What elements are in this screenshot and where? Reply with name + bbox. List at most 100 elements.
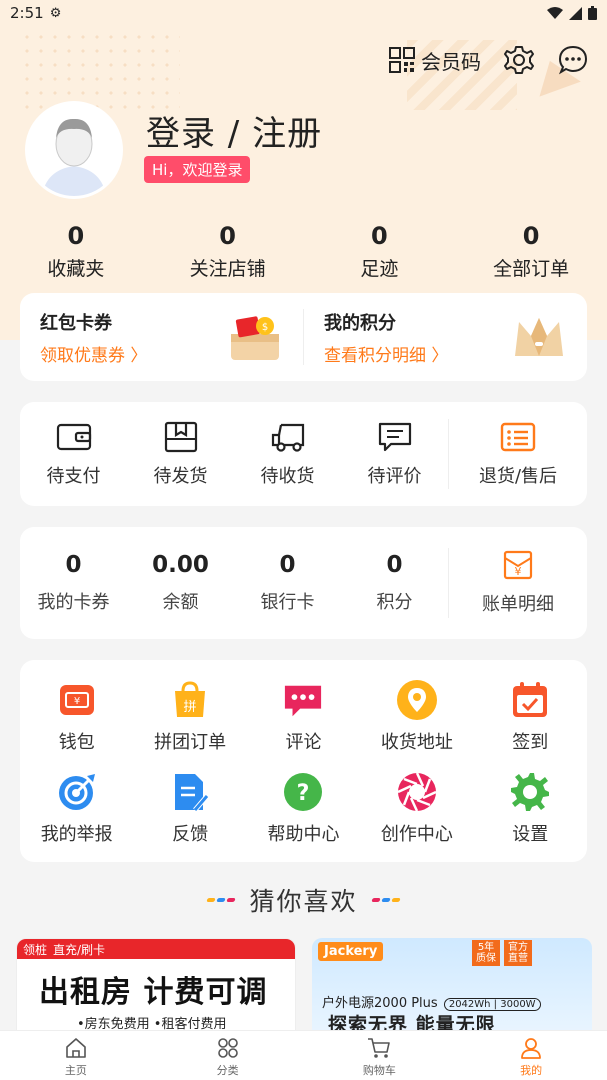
coupons-card: 红包卡券 领取优惠券 〉 $ 我的积分 查看积分明细 〉 bbox=[20, 293, 587, 381]
stat-favorites[interactable]: 0 收藏夹 bbox=[0, 222, 152, 281]
order-pending-payment[interactable]: 待支付 bbox=[20, 420, 127, 488]
stat-label: 关注店铺 bbox=[189, 258, 266, 280]
member-code-button[interactable]: 会员码 bbox=[389, 46, 481, 75]
tool-feedback[interactable]: 反馈 bbox=[133, 772, 246, 846]
stat-footprints[interactable]: 0 足迹 bbox=[304, 222, 456, 281]
tool-label: 评论 bbox=[285, 732, 322, 753]
svg-text:¥: ¥ bbox=[74, 696, 80, 707]
order-label: 待收货 bbox=[260, 466, 315, 487]
chat-bubble-icon bbox=[558, 45, 588, 75]
stat-label: 足迹 bbox=[360, 258, 399, 280]
decoration-left-icon bbox=[206, 898, 237, 902]
product-tag: 直充/刷卡 bbox=[53, 942, 106, 957]
wallet-points[interactable]: 0 积分 bbox=[341, 552, 448, 614]
points-link[interactable]: 查看积分明细 〉 bbox=[324, 341, 448, 366]
nav-label: 分类 bbox=[216, 1064, 239, 1077]
coupon-link[interactable]: 领取优惠券 〉 bbox=[40, 341, 147, 366]
bottom-navigation: 主页 分类 购物车 我的 bbox=[0, 1030, 607, 1080]
order-pending-review[interactable]: 待评价 bbox=[341, 420, 448, 488]
stat-value: 0 bbox=[522, 222, 540, 250]
wallet-icon bbox=[56, 423, 91, 451]
guess-you-like-title: 猜你喜欢 bbox=[249, 887, 358, 916]
order-returns-aftersales[interactable]: 退货/售后 bbox=[449, 420, 587, 488]
comment-icon bbox=[285, 685, 322, 717]
bill-detail-label: 账单明细 bbox=[482, 594, 554, 615]
nav-home[interactable]: 主页 bbox=[0, 1031, 152, 1080]
help-icon: ? bbox=[284, 773, 323, 811]
red-packet-coupons[interactable]: 红包卡券 领取优惠券 〉 $ bbox=[20, 293, 303, 381]
bill-detail-button[interactable]: ¥ 账单明细 bbox=[449, 550, 587, 616]
comment-icon bbox=[378, 422, 411, 452]
red-packet-icon: $ bbox=[231, 316, 279, 360]
crown-icon bbox=[515, 318, 563, 356]
product-headline: 出租房 计费可调 bbox=[39, 975, 268, 1010]
stats-row: 0 收藏夹 0 关注店铺 0 足迹 0 全部订单 bbox=[0, 222, 607, 281]
product-card[interactable]: Jackery 5年 质保 官方 直营 户外电源2000 Plus 2042Wh… bbox=[312, 938, 592, 1034]
wallet-value: 0.00 bbox=[152, 552, 209, 578]
wifi-icon bbox=[547, 6, 563, 19]
member-code-label: 会员码 bbox=[421, 49, 481, 74]
wallet-my-coupons[interactable]: 0 我的卡券 bbox=[20, 552, 127, 614]
stat-value: 0 bbox=[219, 222, 236, 250]
tool-address[interactable]: 收货地址 bbox=[360, 680, 473, 754]
qr-code-icon bbox=[389, 47, 415, 73]
category-icon bbox=[217, 1038, 238, 1058]
tool-label: 签到 bbox=[512, 732, 549, 753]
stat-label: 收藏夹 bbox=[47, 258, 105, 280]
orders-card: 待支付 待发货 待收货 待评价 退货/售后 bbox=[20, 402, 587, 506]
wallet-bank-cards[interactable]: 0 银行卡 bbox=[234, 552, 341, 614]
product-card[interactable]: 领桩 直充/刷卡 出租房 计费可调 •房东免费用 •租客付费用 bbox=[16, 938, 296, 1034]
wallet-balance[interactable]: 0.00 余额 bbox=[127, 552, 234, 614]
product-model-name: 户外电源2000 Plus bbox=[322, 996, 438, 1011]
stat-label: 全部订单 bbox=[493, 258, 570, 280]
stat-followed-stores[interactable]: 0 关注店铺 bbox=[152, 222, 304, 281]
tool-label: 反馈 bbox=[172, 824, 209, 845]
tools-card: ¥ 钱包 拼 拼团订单 评论 收货地址 签到 我的举报 反馈 ? 帮助中心 创作… bbox=[20, 660, 587, 862]
svg-text:$: $ bbox=[262, 322, 268, 333]
wallet-label: 余额 bbox=[162, 592, 199, 613]
tool-wallet[interactable]: ¥ 钱包 bbox=[20, 680, 133, 754]
stat-value: 0 bbox=[67, 222, 85, 250]
tool-my-reports[interactable]: 我的举报 bbox=[20, 772, 133, 846]
my-points[interactable]: 我的积分 查看积分明细 〉 bbox=[304, 293, 587, 381]
order-pending-shipment[interactable]: 待发货 bbox=[127, 420, 234, 488]
coupon-title: 红包卡券 bbox=[40, 312, 112, 334]
status-time: 2:51 bbox=[10, 4, 44, 22]
avatar[interactable] bbox=[28, 104, 120, 196]
battery-icon bbox=[588, 6, 597, 20]
aperture-icon bbox=[397, 772, 437, 812]
messages-button[interactable] bbox=[557, 44, 589, 76]
tool-creator-center[interactable]: 创作中心 bbox=[360, 772, 473, 846]
tool-label: 设置 bbox=[512, 824, 549, 845]
location-icon bbox=[396, 680, 437, 720]
order-label: 待评价 bbox=[367, 466, 422, 487]
signal-icon bbox=[569, 6, 582, 20]
tool-label: 钱包 bbox=[58, 732, 95, 753]
svg-text:拼: 拼 bbox=[184, 700, 197, 715]
status-bar: 2:51 ⚙ bbox=[0, 0, 607, 26]
stat-all-orders[interactable]: 0 全部订单 bbox=[455, 222, 607, 281]
guess-you-like-header: 猜你喜欢 bbox=[0, 882, 607, 918]
top-actions: 会员码 bbox=[389, 44, 589, 76]
settings-button[interactable] bbox=[503, 44, 535, 76]
gear-icon bbox=[511, 773, 550, 811]
wallet-value: 0 bbox=[279, 552, 296, 578]
nav-category[interactable]: 分类 bbox=[152, 1031, 304, 1080]
tool-help-center[interactable]: ? 帮助中心 bbox=[247, 772, 360, 846]
tool-group-orders[interactable]: 拼 拼团订单 bbox=[133, 680, 246, 754]
order-pending-receipt[interactable]: 待收货 bbox=[234, 420, 341, 488]
truck-icon bbox=[271, 423, 304, 452]
gear-icon bbox=[504, 46, 534, 74]
tool-settings[interactable]: 设置 bbox=[474, 772, 587, 846]
nav-cart[interactable]: 购物车 bbox=[304, 1031, 456, 1080]
tool-comments[interactable]: 评论 bbox=[247, 680, 360, 754]
tool-label: 收货地址 bbox=[380, 732, 453, 753]
tool-check-in[interactable]: 签到 bbox=[474, 680, 587, 754]
tool-label: 创作中心 bbox=[380, 824, 453, 845]
nav-profile[interactable]: 我的 bbox=[455, 1031, 607, 1080]
group-buy-icon: 拼 bbox=[175, 681, 206, 717]
home-icon bbox=[66, 1038, 86, 1058]
order-label: 待支付 bbox=[46, 466, 101, 487]
product-badge: 5年 质保 bbox=[472, 940, 500, 966]
login-register-link[interactable]: 登录 / 注册 bbox=[146, 106, 322, 155]
